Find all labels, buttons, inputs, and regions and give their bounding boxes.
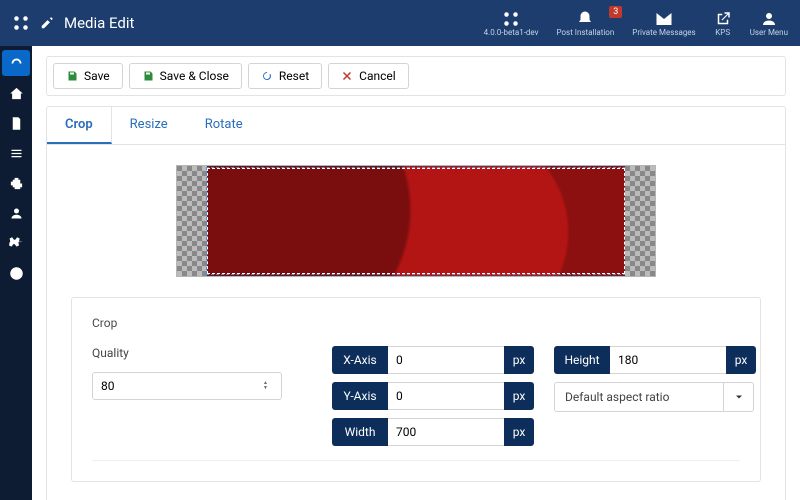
bell-icon xyxy=(576,10,594,28)
quality-spinner[interactable]: ▲▼ xyxy=(263,381,273,391)
action-toolbar: Save Save & Close Reset Cancel xyxy=(46,56,786,96)
save-icon xyxy=(142,70,154,82)
sidebar-content[interactable] xyxy=(2,110,30,136)
unit-px: px xyxy=(504,346,534,374)
page-title: Media Edit xyxy=(64,14,134,32)
quality-input[interactable]: 80 ▲▼ xyxy=(92,372,282,400)
joomla-icon xyxy=(12,14,30,32)
tab-bar: Crop Resize Rotate xyxy=(47,107,785,145)
envelope-icon xyxy=(655,10,673,28)
unit-px: px xyxy=(504,382,534,410)
refresh-icon xyxy=(261,70,273,82)
x-axis-label: X-Axis xyxy=(332,346,388,374)
width-input[interactable] xyxy=(388,418,504,446)
aspect-ratio-select[interactable]: Default aspect ratio xyxy=(554,382,754,412)
x-axis-input[interactable] xyxy=(388,346,504,374)
kps-item[interactable]: KPS xyxy=(714,10,732,37)
tab-resize[interactable]: Resize xyxy=(112,107,187,144)
height-input[interactable] xyxy=(610,346,726,374)
crop-image[interactable] xyxy=(176,165,656,277)
private-messages-item[interactable]: Private Messages xyxy=(632,10,695,37)
unit-px: px xyxy=(504,418,534,446)
save-button[interactable]: Save xyxy=(53,63,123,89)
y-axis-input[interactable] xyxy=(388,382,504,410)
height-label: Height xyxy=(554,346,610,374)
version-item[interactable]: 4.0.0-beta1-dev xyxy=(484,10,539,37)
chevron-down-icon xyxy=(723,383,753,411)
crop-selection[interactable] xyxy=(207,168,625,274)
reset-button[interactable]: Reset xyxy=(248,63,322,89)
sidebar-menus[interactable] xyxy=(2,140,30,166)
edit-panel: Crop Resize Rotate Crop Quality xyxy=(46,106,786,500)
save-close-button[interactable]: Save & Close xyxy=(129,63,242,89)
close-icon xyxy=(341,70,353,82)
sidebar-home[interactable] xyxy=(2,80,30,106)
edit-icon xyxy=(40,16,54,30)
crop-preview[interactable] xyxy=(71,165,761,277)
height-field: Height px xyxy=(554,346,756,374)
quality-label: Quality xyxy=(92,346,282,360)
external-link-icon xyxy=(714,10,732,28)
cancel-button[interactable]: Cancel xyxy=(328,63,409,89)
tab-rotate[interactable]: Rotate xyxy=(187,107,262,144)
sidebar-toggle[interactable] xyxy=(2,50,30,76)
sidebar-components[interactable] xyxy=(2,170,30,196)
main-content: Save Save & Close Reset Cancel Crop Resi… xyxy=(32,46,800,500)
x-axis-field: X-Axis px xyxy=(332,346,534,374)
width-label: Width xyxy=(332,418,388,446)
sidebar-system[interactable] xyxy=(2,230,30,256)
save-icon xyxy=(66,70,78,82)
y-axis-field: Y-Axis px xyxy=(332,382,534,410)
tab-crop[interactable]: Crop xyxy=(47,107,112,144)
user-icon xyxy=(760,10,778,28)
unit-px: px xyxy=(726,346,756,374)
sidebar-help[interactable] xyxy=(2,260,30,286)
notification-badge: 3 xyxy=(609,6,622,18)
sidebar-users[interactable] xyxy=(2,200,30,226)
post-install-item[interactable]: 3 Post Installation xyxy=(557,10,615,37)
sidebar xyxy=(0,46,32,500)
width-field: Width px xyxy=(332,418,534,446)
y-axis-label: Y-Axis xyxy=(332,382,388,410)
crop-legend: Crop xyxy=(92,316,740,330)
joomla-small-icon xyxy=(502,10,520,28)
user-menu-item[interactable]: User Menu xyxy=(750,10,788,37)
top-bar: Media Edit 4.0.0-beta1-dev 3 Post Instal… xyxy=(0,0,800,46)
crop-fieldset: Crop Quality 80 ▲▼ X-Axis xyxy=(71,297,761,482)
